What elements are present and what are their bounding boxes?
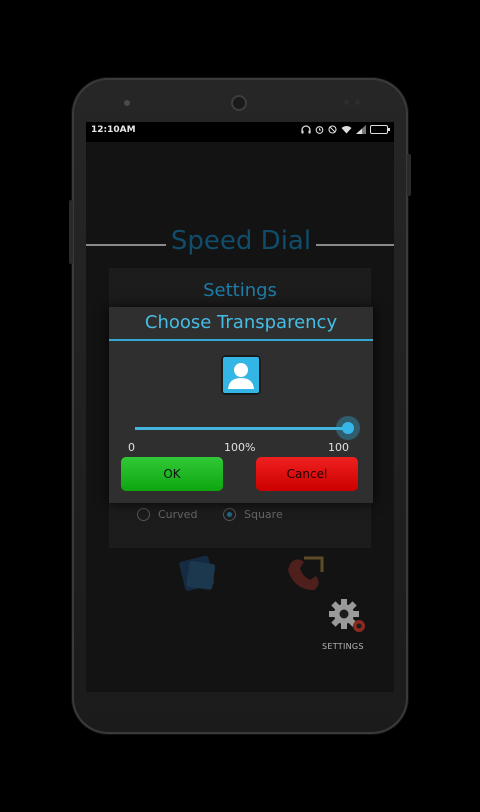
person-icon xyxy=(228,363,254,389)
curved-radio[interactable] xyxy=(137,508,150,521)
power-button xyxy=(407,154,411,196)
dialog-title-divider xyxy=(109,339,373,341)
app-title: Speed Dial xyxy=(170,226,312,256)
status-icons xyxy=(301,125,390,134)
settings-title: Settings xyxy=(203,280,277,301)
status-bar: 12:10AM xyxy=(86,122,394,142)
contact-preview xyxy=(221,355,261,395)
app-header: Speed Dial xyxy=(86,226,394,256)
volume-button xyxy=(69,200,73,264)
transparency-slider-track[interactable] xyxy=(135,427,347,430)
contacts-book-icon xyxy=(179,555,216,591)
slider-min-label: 0 xyxy=(128,441,135,454)
signal-icon xyxy=(356,125,366,134)
battery-icon xyxy=(370,125,390,134)
wifi-icon xyxy=(341,126,352,134)
transparency-dialog: Choose Transparency 0 100% 100 OK Cancel xyxy=(109,307,373,503)
square-label: Square xyxy=(244,508,283,521)
title-divider-right xyxy=(316,244,394,246)
light-sensor xyxy=(355,100,360,105)
cancel-button[interactable]: Cancel xyxy=(256,457,358,491)
proximity-sensor xyxy=(344,100,349,105)
square-radio[interactable] xyxy=(223,508,236,521)
ok-button[interactable]: OK xyxy=(121,457,223,491)
alarm-icon xyxy=(315,126,324,134)
phone-screen: 12:10AM Speed Dial Settings Curved Squar… xyxy=(86,122,394,692)
shape-option-square[interactable]: Square xyxy=(223,508,283,521)
front-sensor xyxy=(124,100,130,106)
slider-current-label: 100% xyxy=(224,441,256,454)
do-not-disturb-icon xyxy=(328,125,337,134)
phone-handset-icon xyxy=(288,556,324,590)
transparency-slider-thumb[interactable] xyxy=(336,416,360,440)
curved-label: Curved xyxy=(158,508,198,521)
title-divider-left xyxy=(86,244,166,246)
status-time: 12:10AM xyxy=(91,125,136,135)
slider-max-label: 100 xyxy=(328,441,349,454)
shape-option-curved[interactable]: Curved xyxy=(137,508,197,521)
settings-shortcut-label[interactable]: SETTINGS xyxy=(322,642,364,651)
dialog-title: Choose Transparency xyxy=(144,312,338,333)
front-camera xyxy=(231,95,247,111)
headphones-icon xyxy=(301,125,311,134)
